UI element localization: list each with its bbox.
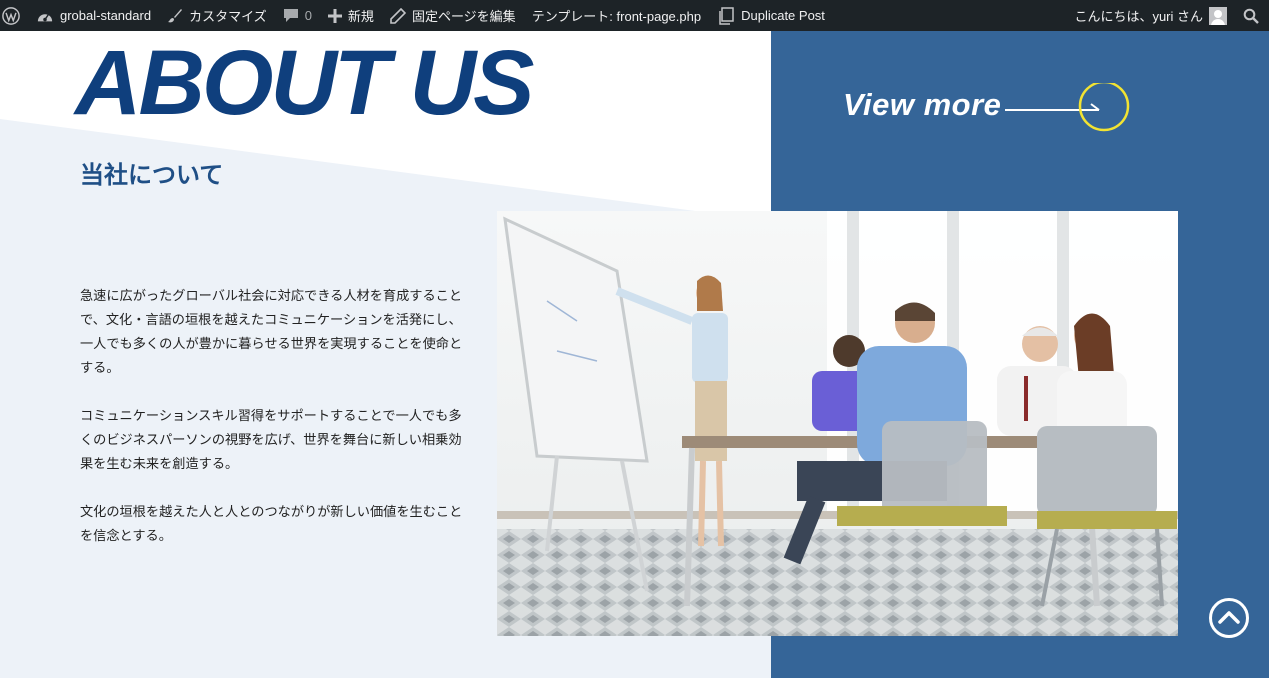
site-name-label: grobal-standard (60, 8, 152, 23)
edit-page-label: 固定ページを編集 (411, 9, 516, 24)
duplicate-icon (717, 6, 735, 25)
plus-icon (327, 8, 342, 23)
about-paragraph-3: 文化の垣根を越えた人と人とのつながりが新しい価値を生むことを信念とする。 (80, 505, 463, 544)
duplicate-post-label: Duplicate Post (741, 8, 825, 23)
about-description: 急速に広がったグローバル社会に対応できる人材を育成することで、文化・言語の垣根を… (80, 285, 470, 573)
duplicate-post-link[interactable]: Duplicate Post (709, 0, 833, 31)
about-heading-ja: 当社について (80, 161, 224, 189)
comments-count: 0 (304, 8, 312, 23)
comments-link[interactable]: 0 (275, 0, 320, 31)
paintbrush-icon (167, 8, 183, 24)
about-paragraph-1: 急速に広がったグローバル社会に対応できる人材を育成することで、文化・言語の垣根を… (80, 289, 463, 376)
customize-link[interactable]: カスタマイズ (159, 0, 275, 31)
view-more-link[interactable]: View more (843, 83, 1130, 132)
meeting-photo (497, 211, 1178, 636)
scroll-to-top-button[interactable] (1208, 597, 1250, 639)
about-section: ABOUT US 当社について View more 急速に広がったグローバル社会… (0, 31, 1269, 678)
template-label: テンプレート: front-page.php (531, 9, 702, 24)
pencil-icon (390, 7, 406, 24)
view-more-label: View more (843, 87, 1002, 122)
search-icon (1243, 8, 1259, 24)
wordpress-icon (2, 6, 20, 25)
admin-search[interactable] (1235, 0, 1269, 31)
comment-icon (283, 8, 299, 23)
greeting-label: こんにちは、yuri さん (1074, 9, 1203, 24)
about-paragraph-2: コミュニケーションスキル習得をサポートすることで一人でも多くのビジネスパーソンの… (80, 409, 462, 472)
about-heading-en: ABOUT US (75, 32, 534, 134)
template-info[interactable]: テンプレート: front-page.php (524, 0, 709, 31)
avatar (1209, 6, 1227, 25)
new-content-menu[interactable]: 新規 (320, 0, 382, 31)
chevron-up-circle-icon (1209, 598, 1249, 638)
dashboard-icon (36, 8, 54, 24)
user-account-menu[interactable]: こんにちは、yuri さん (1066, 0, 1235, 31)
admin-bar: grobal-standard カスタマイズ 0 新規 固定ページを編集 テンプ… (0, 0, 1269, 31)
site-name-menu[interactable]: grobal-standard (28, 0, 159, 31)
edit-page-link[interactable]: 固定ページを編集 (382, 0, 524, 31)
wp-logo-menu[interactable] (0, 0, 28, 31)
customize-label: カスタマイズ (189, 9, 267, 24)
arrow-right-circle-icon (1005, 83, 1130, 132)
new-label: 新規 (347, 9, 374, 24)
